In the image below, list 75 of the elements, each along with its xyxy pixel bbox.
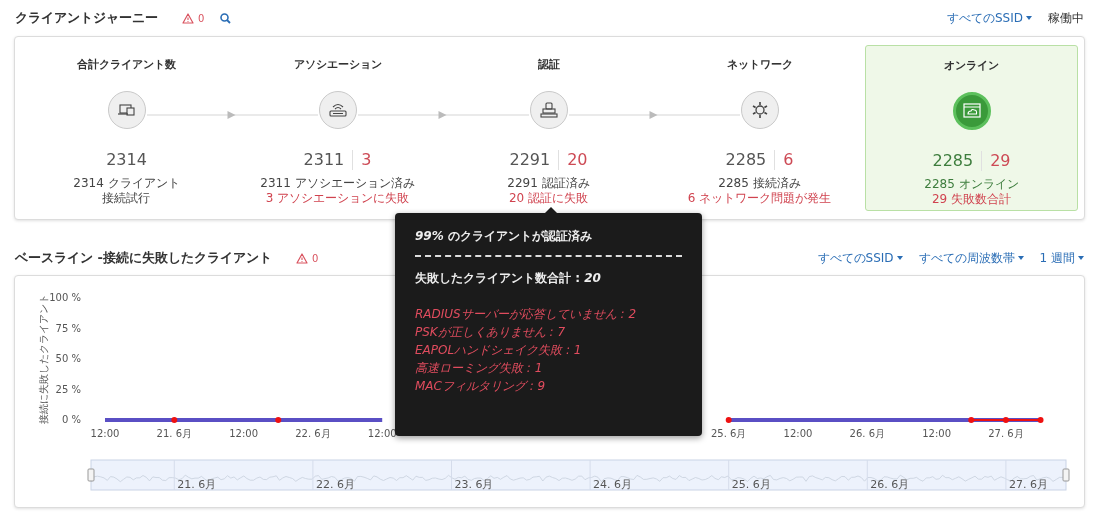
failed-count: 3 <box>361 149 372 171</box>
failure-reason: EAPOLハンドシェイク失敗 : 1 <box>415 342 583 359</box>
stage-detail: 29 失敗数合計 <box>930 192 1013 207</box>
x-tick-label: 25. 6月 <box>710 428 747 439</box>
stage-detail: 2285 接続済み <box>717 176 802 191</box>
navigator-date-label: 21. 6月 <box>177 478 217 491</box>
y-tick-label: 50 % <box>55 353 81 364</box>
failure-reason: PSKが正しくありません : 7 <box>415 324 567 341</box>
navigator-date-label: 26. 6月 <box>870 478 910 491</box>
y-tick-label: 25 % <box>55 383 81 395</box>
y-tick-label: 100 % <box>49 292 81 303</box>
stage-title: ネットワーク <box>726 57 793 73</box>
dropdown[interactable]: すべての周波数帯 <box>918 249 1024 267</box>
stage-detail: 接続試行 <box>101 191 152 206</box>
failure-reason: RADIUSサーバーが応答していません : 2 <box>415 306 638 323</box>
stage-detail: 20 認証に失敗 <box>507 191 590 206</box>
x-tick-label: 12:00 <box>229 428 258 439</box>
warning-icon <box>182 12 194 24</box>
stage-detail: 2314 クライアント <box>73 176 180 191</box>
stage-detail: 3 アソシエーションに失敗 <box>264 191 411 206</box>
failure-reason: 高速ローミング失敗 : 1 <box>415 360 544 377</box>
stage-detail: 6 ネットワーク問題が発生 <box>687 191 832 206</box>
navigator-date-label: 24. 6月 <box>593 478 633 491</box>
client-count: 2314 <box>106 149 147 171</box>
caret-icon <box>1017 256 1024 260</box>
caret-icon <box>1078 256 1084 260</box>
caret-icon <box>896 256 903 260</box>
navigator-date-label: 23. 6月 <box>454 478 494 491</box>
section-title: ベースライン -接続に失敗したクライアント <box>15 249 272 268</box>
y-tick-label: 0 % <box>61 414 81 425</box>
stage-title: アソシエーション <box>293 57 382 73</box>
section-title: クライアントジャーニー <box>15 9 158 28</box>
y-tick-label: 75 % <box>55 322 81 334</box>
status-text: 稼働中 <box>1048 10 1084 27</box>
failed-count: 20 <box>567 149 588 171</box>
y-axis-label: 接続に失敗したクライアント <box>38 294 49 424</box>
dropdown[interactable]: すべてのSSID <box>947 9 1032 27</box>
failed-count: 29 <box>990 150 1011 172</box>
tooltip-title: 99% のクライアントが認証済み <box>415 228 593 245</box>
stage-detail: 2311 アソシエーション済み <box>260 176 415 191</box>
x-tick-label: 12:00 <box>367 428 397 439</box>
failure-reason: MACフィルタリング : 9 <box>415 378 547 395</box>
x-tick-label: 12:00 <box>922 428 951 439</box>
x-tick-label: 26. 6月 <box>849 428 886 439</box>
dropdown[interactable]: すべてのSSID <box>817 249 903 267</box>
client-count: 2291 <box>509 149 551 171</box>
alert-count: 0 <box>311 251 319 266</box>
stage-title: オンライン <box>944 58 999 74</box>
server-icon <box>538 100 559 120</box>
client-count: 2285 <box>725 149 767 171</box>
failed-count: 6 <box>783 149 794 171</box>
dropdown[interactable]: 1 週間 <box>1039 249 1084 267</box>
search-button[interactable] <box>220 12 232 24</box>
client-count: 2285 <box>932 150 974 172</box>
navigator-date-label: 22. 6月 <box>315 478 355 491</box>
caret-icon <box>1026 16 1032 20</box>
warning-icon <box>295 252 308 264</box>
stage-detail: 2285 オンライン <box>924 177 1019 192</box>
range-handle[interactable] <box>87 468 95 482</box>
navigator-date-label: 27. 6月 <box>1008 478 1048 491</box>
stage-title: 合計クライアント数 <box>77 57 176 73</box>
x-tick-label: 12:00 <box>783 428 813 439</box>
x-tick-label: 21. 6月 <box>156 428 193 439</box>
range-handle[interactable] <box>1062 468 1070 482</box>
x-tick-label: 12:00 <box>90 428 120 439</box>
range-navigator[interactable] <box>90 459 1067 491</box>
navigator-date-label: 25. 6月 <box>731 478 771 491</box>
stage-detail: 2291 認証済み <box>507 176 590 191</box>
cloud-window-icon <box>961 101 982 121</box>
x-tick-label: 22. 6月 <box>295 428 331 439</box>
tooltip-total: 失敗したクライアント数合計 : 20 <box>415 270 602 287</box>
alert-count: 0 <box>198 11 205 26</box>
stage-title: 認証 <box>537 57 560 73</box>
client-count: 2311 <box>303 149 345 171</box>
x-tick-label: 27. 6月 <box>988 428 1024 439</box>
